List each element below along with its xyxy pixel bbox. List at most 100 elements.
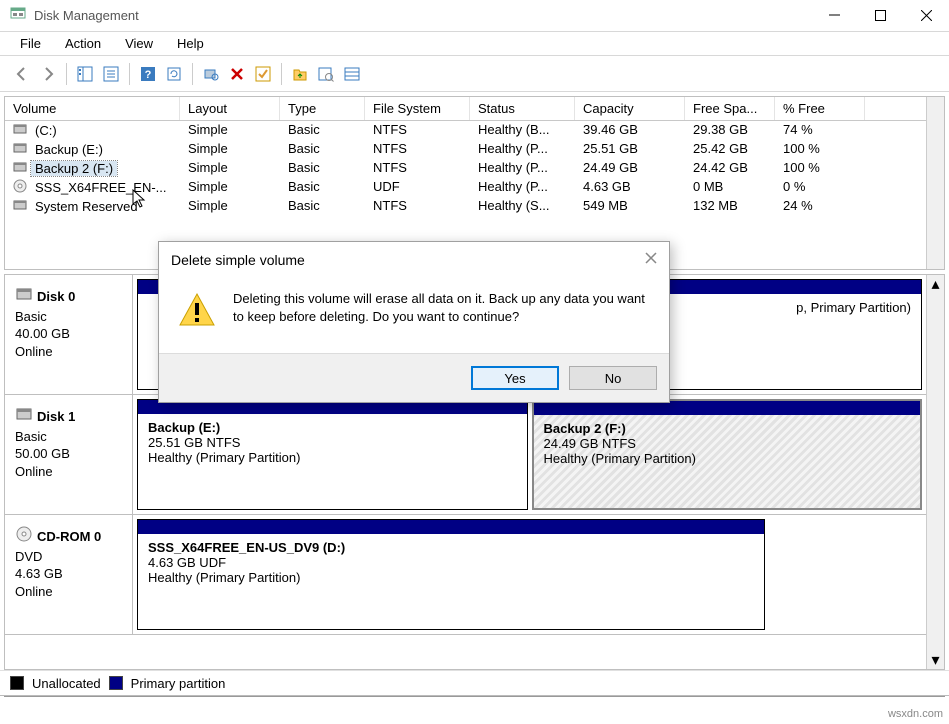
back-button[interactable] <box>10 62 34 86</box>
cell-layout: Simple <box>180 159 280 178</box>
scroll-up-icon[interactable]: ▴ <box>927 275 944 293</box>
volume-icon <box>13 179 27 196</box>
disk-graph: Backup (E:) 25.51 GB NTFS Healthy (Prima… <box>133 395 926 514</box>
partition[interactable]: Backup 2 (F:) 24.49 GB NTFS Healthy (Pri… <box>532 399 923 510</box>
dialog-close-icon[interactable] <box>645 251 657 269</box>
swatch-primary <box>109 676 123 690</box>
folder-up-icon[interactable] <box>288 62 312 86</box>
volume-name: Backup 2 (F:) <box>31 161 117 176</box>
cell-free: 0 MB <box>685 178 775 197</box>
menu-action[interactable]: Action <box>53 34 113 53</box>
cell-pct: 100 % <box>775 159 865 178</box>
col-pct[interactable]: % Free <box>775 97 865 120</box>
menu-file[interactable]: File <box>8 34 53 53</box>
disk-state: Online <box>15 463 122 481</box>
cell-type: Basic <box>280 140 365 159</box>
delete-volume-dialog: Delete simple volume Deleting this volum… <box>158 241 670 403</box>
volume-icon <box>13 122 27 139</box>
disk-state: Online <box>15 343 122 361</box>
cell-pct: 0 % <box>775 178 865 197</box>
cell-status: Healthy (P... <box>470 159 575 178</box>
refresh-icon[interactable] <box>162 62 186 86</box>
volume-name: (C:) <box>31 123 61 138</box>
volume-scrollbar[interactable] <box>926 97 944 269</box>
partition[interactable]: Backup (E:) 25.51 GB NTFS Healthy (Prima… <box>137 399 528 510</box>
check-icon[interactable] <box>251 62 275 86</box>
menu-help[interactable]: Help <box>165 34 216 53</box>
cell-status: Healthy (S... <box>470 197 575 216</box>
dialog-message: Deleting this volume will erase all data… <box>233 290 651 333</box>
cell-fs: NTFS <box>365 197 470 216</box>
disk-kind: DVD <box>15 548 122 566</box>
volume-icon <box>13 198 27 215</box>
watermark: wsxdn.com <box>888 708 943 720</box>
list-icon[interactable] <box>340 62 364 86</box>
partition-bar <box>534 401 921 415</box>
minimize-button[interactable] <box>811 0 857 32</box>
col-layout[interactable]: Layout <box>180 97 280 120</box>
disk-row: Disk 1 Basic 50.00 GB Online Backup (E:)… <box>5 395 926 515</box>
disk-name: Disk 0 <box>37 288 75 306</box>
col-volume[interactable]: Volume <box>5 97 180 120</box>
statusbar <box>4 696 945 716</box>
search-details-icon[interactable] <box>314 62 338 86</box>
cell-fs: UDF <box>365 178 470 197</box>
help-icon[interactable]: ? <box>136 62 160 86</box>
volume-row[interactable]: Backup (E:)SimpleBasicNTFSHealthy (P...2… <box>5 140 926 159</box>
disk-info[interactable]: Disk 1 Basic 50.00 GB Online <box>5 395 133 514</box>
cell-free: 24.42 GB <box>685 159 775 178</box>
cell-type: Basic <box>280 121 365 140</box>
volume-row[interactable]: Backup 2 (F:)SimpleBasicNTFSHealthy (P..… <box>5 159 926 178</box>
disk-info[interactable]: CD-ROM 0 DVD 4.63 GB Online <box>5 515 133 634</box>
cell-pct: 100 % <box>775 140 865 159</box>
close-button[interactable] <box>903 0 949 32</box>
show-hide-tree-icon[interactable] <box>73 62 97 86</box>
partition-label: Backup 2 (F:) <box>544 421 911 436</box>
partition[interactable]: SSS_X64FREE_EN-US_DV9 (D:) 4.63 GB UDF H… <box>137 519 765 630</box>
col-status[interactable]: Status <box>470 97 575 120</box>
cell-fs: NTFS <box>365 121 470 140</box>
delete-icon[interactable] <box>225 62 249 86</box>
col-capacity[interactable]: Capacity <box>575 97 685 120</box>
cell-free: 29.38 GB <box>685 121 775 140</box>
volume-name: System Reserved <box>31 199 142 214</box>
disk-scrollbar[interactable]: ▴ ▾ <box>926 275 944 669</box>
toolbar: ? <box>0 56 949 92</box>
legend-unallocated: Unallocated <box>32 676 101 691</box>
maximize-button[interactable] <box>857 0 903 32</box>
disk-icon <box>15 405 33 428</box>
no-button[interactable]: No <box>569 366 657 390</box>
volume-row[interactable]: (C:)SimpleBasicNTFSHealthy (B...39.46 GB… <box>5 121 926 140</box>
cell-layout: Simple <box>180 178 280 197</box>
disk-info[interactable]: Disk 0 Basic 40.00 GB Online <box>5 275 133 394</box>
scroll-down-icon[interactable]: ▾ <box>927 651 944 669</box>
volume-icon <box>13 160 27 177</box>
partition-status: Healthy (Primary Partition) <box>148 570 754 585</box>
col-type[interactable]: Type <box>280 97 365 120</box>
partition-status: Healthy (Primary Partition) <box>544 451 911 466</box>
disk-size: 4.63 GB <box>15 565 122 583</box>
cell-layout: Simple <box>180 121 280 140</box>
cell-layout: Simple <box>180 140 280 159</box>
legend-primary: Primary partition <box>131 676 226 691</box>
svg-text:?: ? <box>145 69 152 81</box>
col-fs[interactable]: File System <box>365 97 470 120</box>
cell-free: 25.42 GB <box>685 140 775 159</box>
col-free[interactable]: Free Spa... <box>685 97 775 120</box>
cursor-icon <box>132 189 148 214</box>
cell-fs: NTFS <box>365 140 470 159</box>
forward-button[interactable] <box>36 62 60 86</box>
disk-icon <box>15 525 33 548</box>
disk-name: CD-ROM 0 <box>37 528 101 546</box>
rescan-icon[interactable] <box>199 62 223 86</box>
properties-icon[interactable] <box>99 62 123 86</box>
cell-status: Healthy (P... <box>470 178 575 197</box>
disk-size: 50.00 GB <box>15 445 122 463</box>
partition-status: Healthy (Primary Partition) <box>148 450 517 465</box>
cell-capacity: 549 MB <box>575 197 685 216</box>
volume-list-header: Volume Layout Type File System Status Ca… <box>5 97 926 121</box>
menu-view[interactable]: View <box>113 34 165 53</box>
cell-capacity: 25.51 GB <box>575 140 685 159</box>
warning-icon <box>177 290 217 333</box>
yes-button[interactable]: Yes <box>471 366 559 390</box>
